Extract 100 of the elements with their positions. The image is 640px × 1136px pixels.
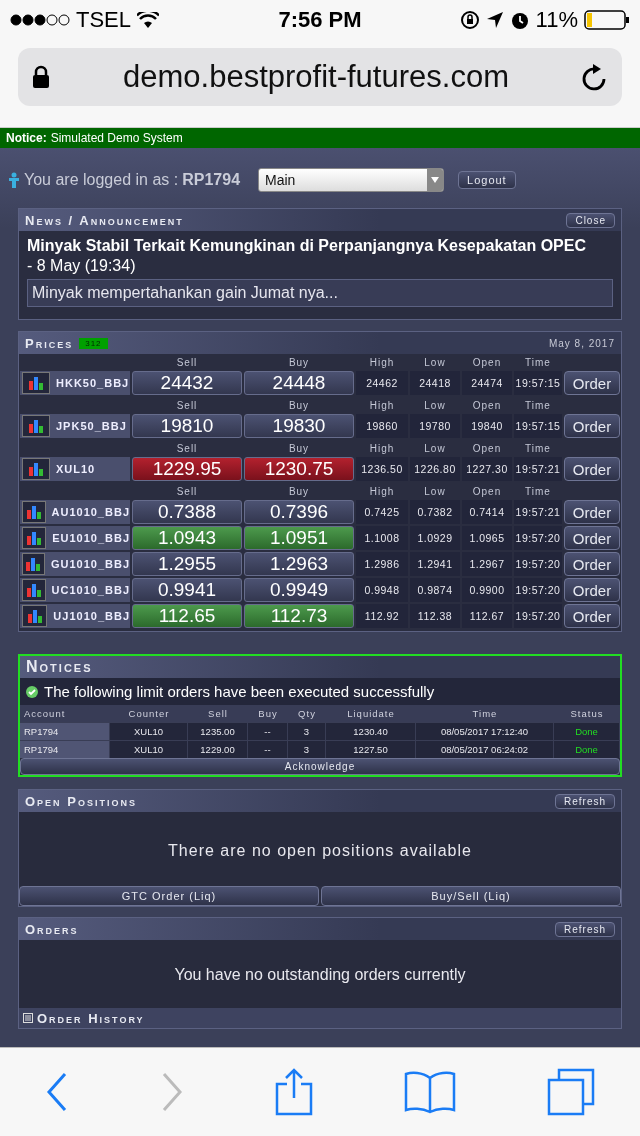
open-cell: 24474 — [462, 371, 512, 395]
buy-price-button[interactable]: 1.2963 — [244, 552, 354, 576]
low-cell: 24418 — [410, 371, 460, 395]
buy-price-button[interactable]: 0.9949 — [244, 578, 354, 602]
column-header: Buy — [287, 485, 311, 499]
column-header: Buy — [287, 356, 311, 370]
column-header: Open — [471, 356, 503, 370]
sell-price-button[interactable]: 19810 — [132, 414, 242, 438]
address-bar[interactable]: demo.bestprofit-futures.com — [18, 48, 622, 106]
sell-price-button[interactable]: 1.0943 — [132, 526, 242, 550]
chart-icon[interactable] — [22, 372, 50, 394]
high-cell: 19860 — [356, 414, 408, 438]
lock-icon — [32, 65, 50, 89]
order-button[interactable]: Order — [564, 604, 620, 628]
buy-price-button[interactable]: 19830 — [244, 414, 354, 438]
notice-message: The following limit orders have been executed successfully — [44, 683, 435, 700]
buy-price-button[interactable]: 112.73 — [244, 604, 354, 628]
chart-icon[interactable] — [22, 605, 48, 627]
table-cell: 1235.00 — [188, 722, 248, 740]
column-header: Buy — [287, 442, 311, 456]
low-cell: 112.38 — [410, 604, 460, 628]
share-icon[interactable] — [273, 1068, 314, 1116]
carrier-name: TSEL — [76, 7, 132, 33]
sell-price-button[interactable]: 0.9941 — [132, 578, 242, 602]
time-cell: 19:57:20 — [514, 578, 562, 602]
order-button[interactable]: Order — [564, 371, 620, 395]
chart-icon[interactable] — [22, 527, 47, 549]
high-cell: 0.9948 — [356, 578, 408, 602]
symbol-name: XUL10 — [56, 463, 96, 475]
order-button[interactable]: Order — [564, 552, 620, 576]
account-dropdown[interactable]: Main — [258, 168, 445, 192]
expand-icon[interactable] — [23, 1013, 33, 1023]
symbol-name: GU1010_BBJ — [50, 558, 130, 570]
chart-icon[interactable] — [22, 553, 45, 575]
time-cell: 19:57:15 — [514, 371, 562, 395]
refresh-button[interactable]: Refresh — [555, 921, 615, 937]
column-header: Sell — [188, 705, 248, 722]
buy-price-button[interactable]: 24448 — [244, 371, 354, 395]
column-header: Time — [524, 356, 552, 370]
reload-icon[interactable] — [582, 63, 608, 91]
status-time: 7:56 PM — [278, 7, 362, 33]
chart-icon[interactable] — [22, 415, 50, 437]
news-date: - 8 May (19:34) — [27, 257, 137, 275]
login-label: You are logged in as : — [24, 171, 179, 189]
sell-price-button[interactable]: 1229.95 — [132, 457, 242, 481]
sell-price-button[interactable]: 24432 — [132, 371, 242, 395]
column-header: Low — [423, 356, 447, 370]
battery-percent: 11% — [535, 7, 578, 33]
low-cell: 0.9874 — [410, 578, 460, 602]
notice-text: Simulated Demo System — [50, 131, 183, 145]
buy-price-button[interactable]: 0.7396 — [244, 500, 354, 524]
liquidate-button[interactable]: Buy/Sell (Liq) — [321, 886, 621, 906]
dropdown-arrow-icon[interactable] — [431, 177, 440, 183]
order-button[interactable]: Order — [564, 414, 620, 438]
sell-price-button[interactable]: 0.7388 — [132, 500, 242, 524]
tabs-icon[interactable] — [546, 1068, 595, 1116]
chart-icon[interactable] — [22, 458, 50, 480]
bookmarks-icon[interactable] — [404, 1070, 457, 1114]
chart-icon[interactable] — [22, 579, 46, 601]
panel-title: Notices — [26, 658, 93, 676]
column-header: Open — [471, 485, 503, 499]
order-button[interactable]: Order — [564, 526, 620, 550]
column-header: Sell — [175, 399, 199, 413]
close-button[interactable]: Close — [566, 212, 615, 228]
news-summary: Minyak mempertahankan gain Jumat nya... — [27, 279, 613, 307]
order-button[interactable]: Order — [564, 578, 620, 602]
buy-price-button[interactable]: 1.0951 — [244, 526, 354, 550]
panel-title: Order History — [37, 1010, 145, 1026]
open-cell: 1.0965 — [462, 526, 512, 550]
table-cell: RP1794 — [20, 722, 110, 740]
table-cell: RP1794 — [20, 740, 110, 758]
sell-price-button[interactable]: 112.65 — [132, 604, 242, 628]
notice-label: Notice: — [6, 131, 47, 145]
order-button[interactable]: Order — [564, 457, 620, 481]
buy-price-button[interactable]: 1230.75 — [244, 457, 354, 481]
column-header: Time — [524, 442, 552, 456]
logout-button[interactable]: Logout — [458, 171, 516, 189]
table-cell: -- — [248, 722, 288, 740]
column-header: Buy — [287, 399, 311, 413]
liquidate-button[interactable]: GTC Order (Liq) — [19, 886, 319, 906]
status-cell: Done — [554, 722, 620, 740]
order-button[interactable]: Order — [564, 500, 620, 524]
panel-title: Prices — [25, 335, 74, 351]
check-icon — [26, 685, 38, 698]
symbol-name: AU1010_BBJ — [51, 506, 130, 518]
signal-icon — [10, 14, 70, 26]
open-cell: 19840 — [462, 414, 512, 438]
column-header: Sell — [175, 356, 199, 370]
column-header: High — [368, 485, 396, 499]
chart-icon[interactable] — [22, 501, 46, 523]
count-badge: 312 — [79, 337, 108, 349]
acknowledge-button[interactable]: Acknowledge — [20, 758, 620, 775]
account-id: RP1794 — [182, 171, 241, 189]
sell-price-button[interactable]: 1.2955 — [132, 552, 242, 576]
refresh-button[interactable]: Refresh — [555, 793, 615, 809]
news-headline[interactable]: Minyak Stabil Terkait Kemungkinan di Perpanjangnya Kesepakatan OPEC — [27, 237, 613, 255]
low-cell: 1.2941 — [410, 552, 460, 576]
symbol-name: HKK50_BBJ — [56, 377, 130, 389]
alarm-icon — [509, 10, 530, 30]
wifi-icon — [137, 12, 160, 28]
